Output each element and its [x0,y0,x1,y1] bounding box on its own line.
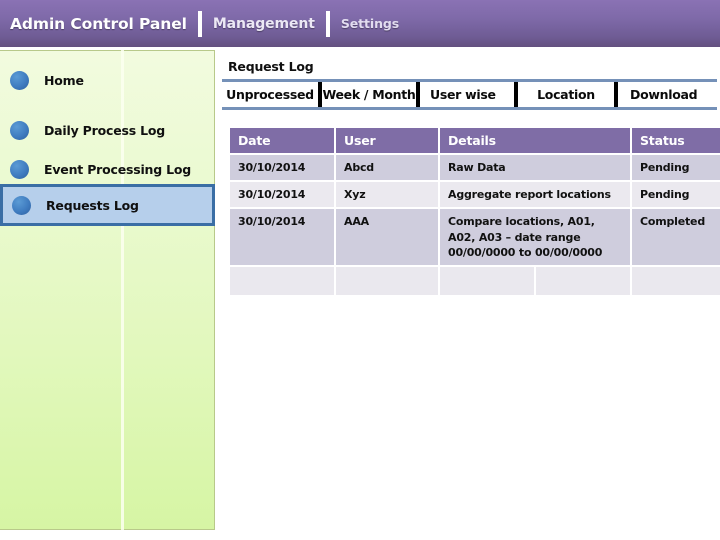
page-title: Request Log [228,59,314,74]
table-row[interactable]: 30/10/2014 AAA Compare locations, A01, A… [230,209,720,265]
cell-date [230,266,334,295]
bullet-circle-icon [10,70,29,90]
cell-date: 30/10/2014 [230,155,334,181]
sidebar-item-daily-process-log[interactable]: Daily Process Log [1,112,214,148]
sidebar-item-event-processing-log[interactable]: Event Processing Log [1,151,214,187]
app-header: Admin Control Panel Management Settings [0,0,720,47]
sidebar-item-label: Event Processing Log [44,161,192,177]
cell-details: Aggregate report locations [440,182,630,208]
cell-details: Compare locations, A01, A02, A03 – date … [440,209,630,265]
tab-download[interactable]: Download [618,82,718,107]
bullet-circle-icon [10,159,29,179]
nav-item-admin-control-panel[interactable]: Admin Control Panel [10,15,187,33]
tab-unprocessed[interactable]: Unprocessed [222,82,318,107]
cell-status: Pending [632,182,720,208]
table-body: 30/10/2014 Abcd Raw Data Pending 30/10/2… [230,155,720,295]
tab-user-wise[interactable]: User wise [420,82,514,107]
sidebar-item-label: Requests Log [46,197,139,213]
cell-status: Pending [632,155,720,181]
column-header-date[interactable]: Date [230,128,334,153]
table-row[interactable]: 30/10/2014 Abcd Raw Data Pending [230,155,720,181]
tab-location[interactable]: Location [518,82,614,107]
cell-date: 30/10/2014 [230,209,334,265]
cell-user: Abcd [336,155,438,181]
column-header-user[interactable]: User [336,128,438,153]
bullet-circle-icon [10,120,29,140]
cell-user [336,266,438,295]
table-row-empty[interactable] [230,266,720,295]
sidebar-item-label: Daily Process Log [44,122,166,138]
tab-bar: Unprocessed Week / Month User wise Locat… [222,79,717,110]
column-header-status[interactable]: Status [632,128,720,153]
cell-details: Raw Data [440,155,630,181]
sidebar-item-requests-log[interactable]: Requests Log [0,184,215,226]
table-row[interactable]: 30/10/2014 Xyz Aggregate report location… [230,182,720,208]
tab-week-month[interactable]: Week / Month [322,82,416,107]
sidebar-item-label: Home [44,72,84,88]
nav-item-settings[interactable]: Settings [341,16,399,31]
header-separator-1 [197,10,202,37]
cell-status [632,266,720,295]
cell-user: AAA [336,209,438,265]
cell-details-b [536,266,630,295]
cell-date: 30/10/2014 [230,182,334,208]
nav-item-management[interactable]: Management [213,16,315,32]
table-header: Date User Details Status [230,128,720,153]
cell-user: Xyz [336,182,438,208]
table-header-row: Date User Details Status [230,128,720,153]
sidebar-item-home[interactable]: Home [1,62,214,98]
header-separator-2 [325,10,330,37]
column-header-details[interactable]: Details [440,128,630,153]
cell-details-a [440,266,534,295]
cell-status: Completed [632,209,720,265]
requests-table: Date User Details Status 30/10/2014 Abcd… [228,126,720,297]
bullet-circle-icon [12,195,31,215]
